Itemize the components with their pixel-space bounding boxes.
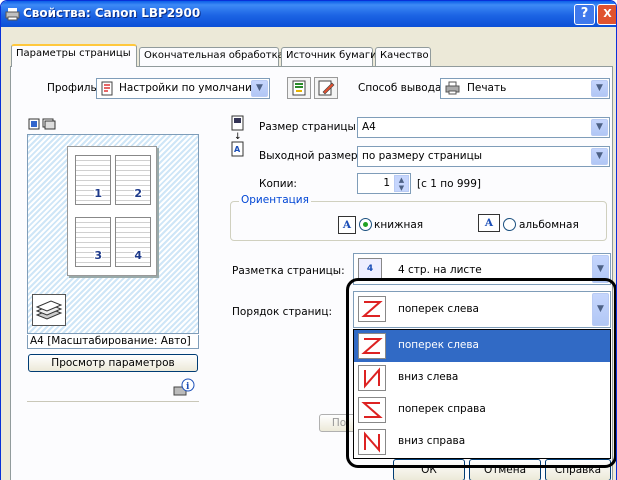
portrait-radio[interactable] (359, 218, 372, 231)
copies-input[interactable]: 1 ▲ ▼ (357, 173, 411, 194)
svg-text:A: A (234, 145, 241, 154)
window-title: Свойства: Canon LBP2900 (23, 6, 201, 20)
chevron-down-icon[interactable]: ▼ (591, 148, 608, 165)
down-right-icon (358, 429, 386, 455)
profile-icon (101, 81, 113, 96)
preview-page-3: 3 (75, 217, 111, 267)
preview-sheet: 1 2 3 4 (67, 146, 157, 276)
profile-label: Профиль: (47, 82, 101, 94)
tab-paper-source[interactable]: Источник бумаги (281, 47, 377, 66)
add-profile-icon[interactable] (287, 77, 311, 99)
copies-label: Копии: (259, 178, 297, 190)
tab-quality[interactable]: Качество (375, 47, 431, 66)
page-size-icon (230, 115, 246, 133)
down-left-icon (358, 365, 386, 391)
info-icon[interactable]: i (173, 378, 195, 398)
page-order-list: поперек слева вниз слева поперек справа … (353, 329, 611, 459)
paper-stack-icon (32, 294, 66, 326)
close-button[interactable]: X (597, 4, 616, 25)
view-toggle-icons[interactable] (28, 118, 62, 130)
landscape-icon: A (478, 214, 500, 232)
portrait-icon: A (338, 216, 356, 234)
chevron-down-icon[interactable]: ▼ (251, 80, 268, 97)
preview-caption: A4 [Масштабирование: Авто] (27, 335, 199, 349)
tab-page-setup[interactable]: Параметры страницы (11, 44, 137, 67)
option-across-left[interactable]: поперек слева (354, 330, 610, 362)
preview-page-2: 2 (115, 155, 151, 205)
properties-window: Свойства: Canon LBP2900 ? X Параметры ст… (0, 0, 617, 480)
output-size-label: Выходной размер: (259, 150, 362, 162)
layout-label: Разметка страницы: (232, 265, 345, 277)
print-icon (445, 81, 460, 95)
portrait-label: книжная (374, 219, 424, 231)
edit-profile-icon[interactable] (314, 77, 338, 99)
copies-range: [с 1 по 999] (417, 178, 481, 190)
landscape-label: альбомная (519, 219, 579, 231)
page-size-select[interactable]: A4 ▼ (357, 117, 610, 138)
view-settings-button[interactable]: Просмотр параметров (28, 354, 198, 372)
option-down-right[interactable]: вниз справа (354, 426, 610, 458)
layout-icon: 4 (358, 258, 382, 280)
copies-stepper[interactable]: ▲ ▼ (394, 175, 409, 192)
output-method-label: Способ вывода: (358, 82, 445, 94)
output-size-select[interactable]: по размеру страницы ▼ (357, 146, 610, 167)
chevron-down-icon[interactable]: ▼ (591, 119, 608, 136)
option-down-left[interactable]: вниз слева (354, 362, 610, 394)
help-button[interactable]: ? (574, 4, 595, 25)
landscape-radio[interactable] (503, 218, 516, 231)
option-across-right[interactable]: поперек справа (354, 394, 610, 426)
across-right-icon (358, 397, 386, 423)
page-size-label: Размер страницы: (259, 121, 360, 133)
output-size-icon: A (230, 141, 246, 159)
preview-page-4: 4 (115, 217, 151, 267)
profile-value: Настройки по умолчанию (119, 82, 261, 94)
page-order-select[interactable]: поперек слева ▼ (353, 291, 611, 328)
across-left-icon (358, 333, 386, 359)
tab-finishing[interactable]: Окончательная обработка (139, 47, 284, 66)
z-order-icon (358, 296, 386, 322)
profile-select[interactable]: Настройки по умолчанию ▼ (96, 78, 270, 99)
output-method-value: Печать (467, 82, 507, 94)
title-bar[interactable]: Свойства: Canon LBP2900 ? X (1, 1, 616, 27)
chevron-down-icon[interactable]: ▼ (592, 293, 609, 326)
orientation-label: Ориентация (239, 194, 311, 206)
page-order-label: Порядок страниц: (232, 306, 333, 318)
svg-text:i: i (186, 382, 190, 392)
printer-icon (5, 8, 20, 21)
chevron-down-icon[interactable]: ▼ (591, 80, 608, 97)
preview-page-1: 1 (75, 155, 111, 205)
output-method-select[interactable]: Печать ▼ (440, 78, 610, 99)
divider (27, 401, 199, 402)
